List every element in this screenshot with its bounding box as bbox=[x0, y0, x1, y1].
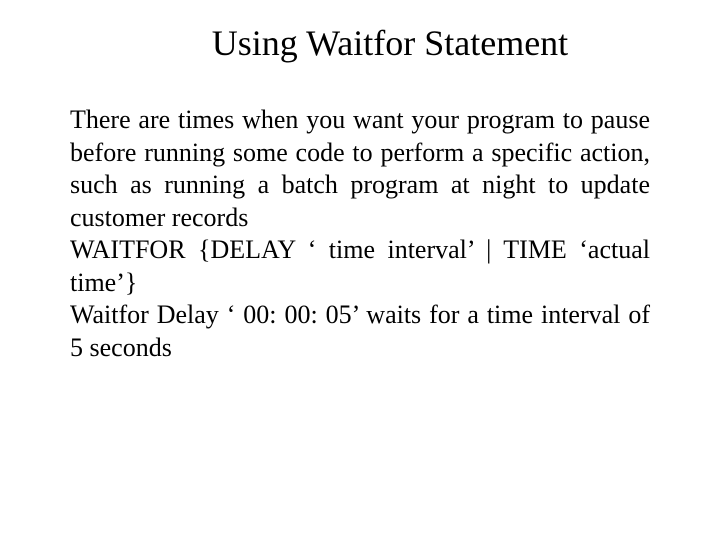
slide: Using Waitfor Statement There are times … bbox=[0, 0, 720, 540]
paragraph-intro: There are times when you want your progr… bbox=[70, 104, 650, 234]
slide-body: There are times when you want your progr… bbox=[70, 104, 650, 364]
slide-title: Using Waitfor Statement bbox=[70, 22, 650, 64]
paragraph-example: Waitfor Delay ‘ 00: 00: 05’ waits for a … bbox=[70, 299, 650, 364]
paragraph-syntax: WAITFOR {DELAY ‘ time interval’ | TIME ‘… bbox=[70, 234, 650, 299]
